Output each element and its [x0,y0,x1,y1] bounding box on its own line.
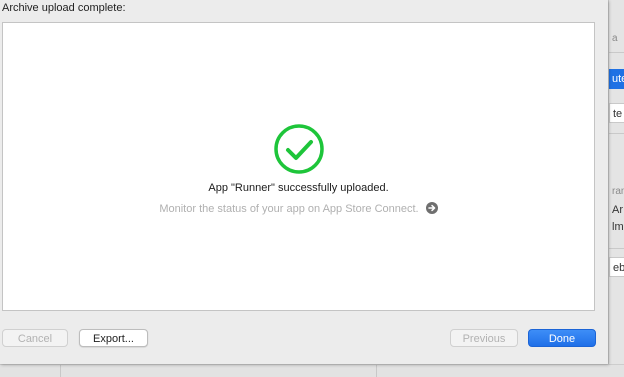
divider [609,52,624,53]
status-link-label[interactable]: Monitor the status of your app on App St… [159,203,418,215]
background-window-text: ran [612,186,624,197]
previous-button[interactable]: Previous [450,329,518,347]
divider [60,365,61,377]
background-window-bottom [0,364,624,377]
divider [609,248,624,249]
background-window-text: Ar [612,204,623,216]
background-window-field: ebu [609,257,624,277]
background-window-text: lm [612,221,624,233]
divider [609,133,624,134]
background-window: a ute te ran Ar lm ebu [608,0,624,376]
result-panel: App "Runner" successfully uploaded. Moni… [2,22,595,311]
divider [376,365,377,377]
checkmark-circle-icon [274,124,324,174]
cancel-button[interactable]: Cancel [2,329,68,347]
done-button[interactable]: Done [528,329,596,347]
arrow-right-circle-icon[interactable] [425,202,438,214]
success-message: App "Runner" successfully uploaded. [208,182,389,194]
background-window-selected-row: ute [609,69,624,89]
background-window-field: te [609,103,624,123]
upload-complete-sheet: Archive upload complete: App "Runner" su… [0,0,608,364]
background-window-text: a [612,33,618,44]
app-store-connect-link[interactable]: Monitor the status of your app on App St… [3,202,594,215]
sheet-title: Archive upload complete: [2,2,126,14]
export-button[interactable]: Export... [79,329,148,347]
